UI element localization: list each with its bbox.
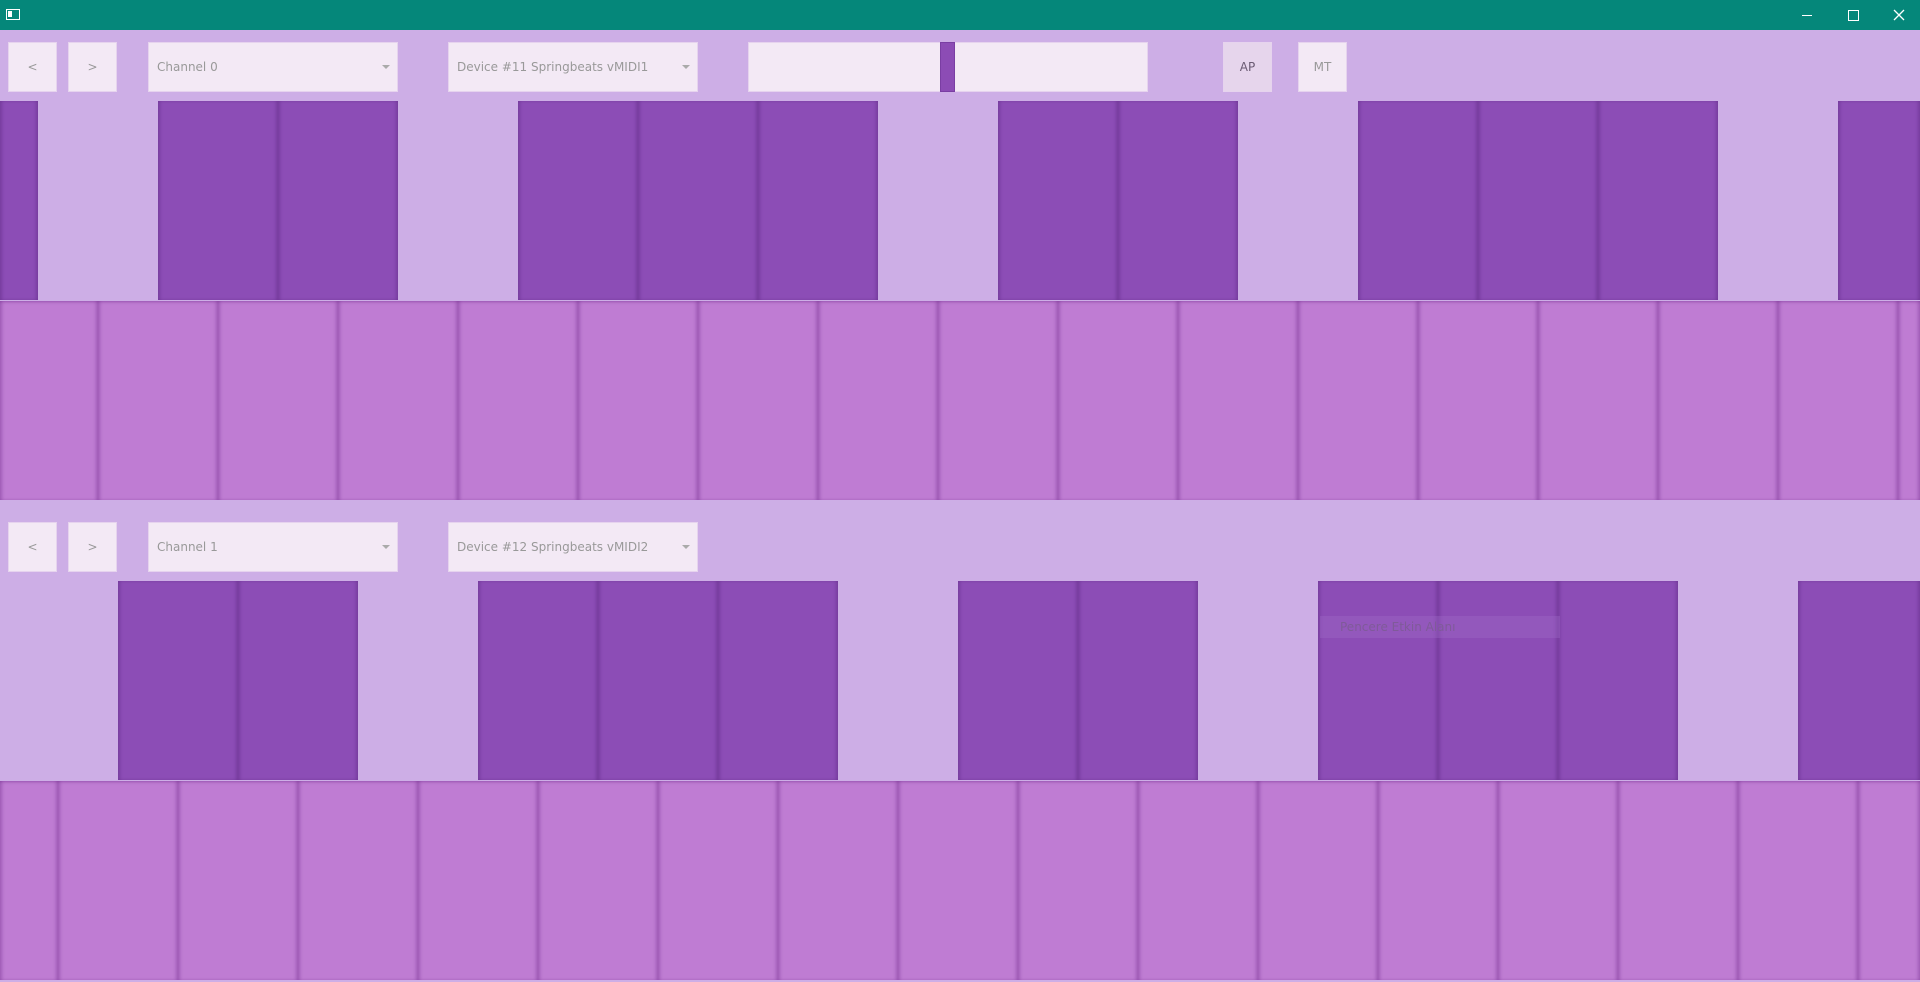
white-key[interactable] xyxy=(1138,781,1258,980)
black-key[interactable] xyxy=(998,101,1118,300)
next-button[interactable]: > xyxy=(68,522,117,572)
chevron-down-icon xyxy=(382,545,390,549)
chevron-down-icon xyxy=(682,65,690,69)
white-key[interactable] xyxy=(418,781,538,980)
white-key[interactable] xyxy=(1618,781,1738,980)
black-key[interactable] xyxy=(1838,101,1920,300)
black-key[interactable] xyxy=(158,101,278,300)
black-key[interactable] xyxy=(1478,101,1598,300)
black-key[interactable] xyxy=(1118,101,1238,300)
black-key[interactable] xyxy=(1558,581,1678,780)
white-key[interactable] xyxy=(698,301,818,500)
white-key[interactable] xyxy=(218,301,338,500)
black-key[interactable] xyxy=(1598,101,1718,300)
white-key[interactable] xyxy=(778,781,898,980)
channel-select[interactable]: Channel 0 xyxy=(148,42,398,92)
slider-thumb[interactable] xyxy=(940,42,955,92)
channel-select-value: Channel 1 xyxy=(157,540,218,554)
black-key[interactable] xyxy=(1798,581,1920,780)
white-key[interactable] xyxy=(58,781,178,980)
white-key[interactable] xyxy=(1418,301,1538,500)
white-key[interactable] xyxy=(1778,301,1898,500)
ap-button[interactable]: AP xyxy=(1223,42,1272,92)
white-key[interactable] xyxy=(898,781,1018,980)
white-key[interactable] xyxy=(1018,781,1138,980)
white-key[interactable] xyxy=(818,301,938,500)
device-select-value: Device #11 Springbeats vMIDI1 xyxy=(457,60,649,74)
minimize-icon[interactable] xyxy=(1784,0,1830,30)
white-key[interactable] xyxy=(1058,301,1178,500)
black-key[interactable] xyxy=(278,101,398,300)
black-key[interactable] xyxy=(0,101,38,300)
white-key[interactable] xyxy=(578,301,698,500)
black-key[interactable] xyxy=(118,581,238,780)
tooltip: Pencere Etkin Alanı xyxy=(1320,616,1560,638)
white-key[interactable] xyxy=(1498,781,1618,980)
black-key[interactable] xyxy=(958,581,1078,780)
channel-select[interactable]: Channel 1 xyxy=(148,522,398,572)
black-key[interactable] xyxy=(1358,101,1478,300)
black-key[interactable] xyxy=(478,581,598,780)
mt-button[interactable]: MT xyxy=(1298,42,1347,92)
white-key[interactable] xyxy=(938,301,1058,500)
device-select[interactable]: Device #11 Springbeats vMIDI1 xyxy=(448,42,698,92)
white-key[interactable] xyxy=(1378,781,1498,980)
white-key[interactable] xyxy=(338,301,458,500)
chevron-down-icon xyxy=(382,65,390,69)
white-key[interactable] xyxy=(1898,301,1920,500)
white-key[interactable] xyxy=(0,781,58,980)
black-key[interactable] xyxy=(1438,581,1558,780)
black-key[interactable] xyxy=(598,581,718,780)
close-icon[interactable] xyxy=(1876,0,1920,30)
black-key[interactable] xyxy=(718,581,838,780)
device-select-value: Device #12 Springbeats vMIDI2 xyxy=(457,540,649,554)
black-key[interactable] xyxy=(518,101,638,300)
white-key[interactable] xyxy=(298,781,418,980)
white-key[interactable] xyxy=(1178,301,1298,500)
white-key[interactable] xyxy=(1258,781,1378,980)
prev-button[interactable]: < xyxy=(8,522,57,572)
white-key[interactable] xyxy=(458,301,578,500)
black-key[interactable] xyxy=(1078,581,1198,780)
channel-select-value: Channel 0 xyxy=(157,60,218,74)
white-key[interactable] xyxy=(538,781,658,980)
white-key[interactable] xyxy=(98,301,218,500)
white-key[interactable] xyxy=(1298,301,1418,500)
white-key[interactable] xyxy=(0,301,98,500)
chevron-down-icon xyxy=(682,545,690,549)
maximize-icon[interactable] xyxy=(1830,0,1876,30)
black-key[interactable] xyxy=(638,101,758,300)
white-key[interactable] xyxy=(658,781,778,980)
white-key[interactable] xyxy=(1738,781,1858,980)
black-key[interactable] xyxy=(238,581,358,780)
next-button[interactable]: > xyxy=(68,42,117,92)
device-select[interactable]: Device #12 Springbeats vMIDI2 xyxy=(448,522,698,572)
white-key[interactable] xyxy=(1858,781,1920,980)
white-key[interactable] xyxy=(178,781,298,980)
black-key[interactable] xyxy=(1318,581,1438,780)
window-app-icon[interactable] xyxy=(6,9,20,20)
prev-button[interactable]: < xyxy=(8,42,57,92)
black-key[interactable] xyxy=(758,101,878,300)
title-bar xyxy=(0,0,1920,30)
white-key[interactable] xyxy=(1658,301,1778,500)
white-key[interactable] xyxy=(1538,301,1658,500)
